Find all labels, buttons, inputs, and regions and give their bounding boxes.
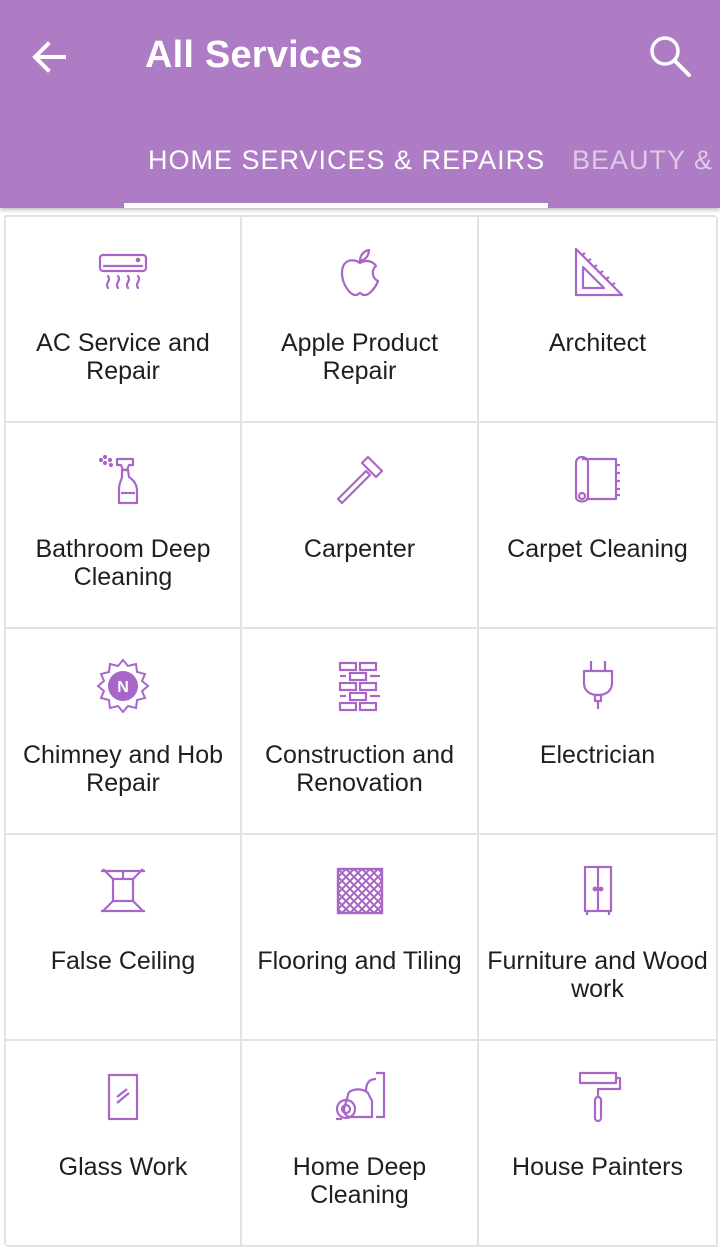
chimney-badge-icon: N xyxy=(96,658,150,713)
page-title: All Services xyxy=(145,34,363,76)
category-tabs: HOME SERVICES & REPAIRS BEAUTY & F xyxy=(0,125,720,208)
service-tile-false-ceiling[interactable]: False Ceiling xyxy=(6,835,242,1041)
plug-icon xyxy=(582,661,613,709)
tab-beauty[interactable]: BEAUTY & F xyxy=(572,145,720,176)
service-label: Construction and Renovation xyxy=(264,741,454,797)
service-label: House Painters xyxy=(512,1153,683,1181)
search-button[interactable] xyxy=(642,28,698,84)
back-button[interactable] xyxy=(22,30,76,84)
hammer-icon xyxy=(336,455,383,505)
service-label: Carpenter xyxy=(303,535,416,563)
service-tile-carpet-cleaning[interactable]: Carpet Cleaning xyxy=(479,423,718,629)
tab-indicator xyxy=(124,203,548,208)
service-label: Bathroom Deep Cleaning xyxy=(35,535,211,591)
tiles-icon xyxy=(336,867,383,915)
tab-home-services[interactable]: HOME SERVICES & REPAIRS xyxy=(148,145,545,176)
wardrobe-icon xyxy=(583,865,612,915)
service-tile-furniture[interactable]: Furniture and Wood work xyxy=(479,835,718,1041)
service-label: Glass Work xyxy=(58,1153,188,1181)
service-tile-carpenter[interactable]: Carpenter xyxy=(242,423,479,629)
glass-pane-icon xyxy=(107,1073,139,1121)
service-label: Flooring and Tiling xyxy=(257,947,462,975)
service-tile-architect[interactable]: Architect xyxy=(479,217,718,423)
apple-icon xyxy=(340,248,379,297)
service-tile-chimney-repair[interactable]: N Chimney and Hob Repair xyxy=(6,629,242,835)
air-conditioner-icon xyxy=(98,253,148,290)
service-label: Home Deep Cleaning xyxy=(292,1153,427,1209)
set-square-icon xyxy=(574,247,623,297)
spray-bottle-icon xyxy=(98,454,139,505)
brick-wall-icon xyxy=(338,661,380,712)
service-tile-bathroom-cleaning[interactable]: Bathroom Deep Cleaning xyxy=(6,423,242,629)
service-label: Carpet Cleaning xyxy=(507,535,688,563)
vacuum-cleaner-icon xyxy=(335,1071,385,1121)
service-label: AC Service and Repair xyxy=(36,329,210,385)
service-tile-flooring[interactable]: Flooring and Tiling xyxy=(242,835,479,1041)
paint-roller-icon xyxy=(578,1071,621,1123)
arrow-left-icon xyxy=(32,41,66,73)
app-bar: All Services HOME SERVICES & REPAIRS BEA… xyxy=(0,0,720,208)
service-label: False Ceiling xyxy=(50,947,196,975)
service-label: Apple Product Repair xyxy=(280,329,439,385)
search-icon xyxy=(650,36,691,77)
service-label: Electrician xyxy=(539,741,656,769)
services-grid: AC Service and Repair Apple Product Repa… xyxy=(4,215,718,1247)
service-tile-ac-service[interactable]: AC Service and Repair xyxy=(6,217,242,423)
ceiling-lamp-icon xyxy=(101,868,145,913)
service-tile-glass-work[interactable]: Glass Work xyxy=(6,1041,242,1247)
service-tile-house-painters[interactable]: House Painters xyxy=(479,1041,718,1247)
carpet-roll-icon xyxy=(574,455,620,503)
service-label: Chimney and Hob Repair xyxy=(22,741,224,797)
service-label: Furniture and Wood work xyxy=(487,947,708,1003)
service-label: Architect xyxy=(548,329,647,357)
service-tile-home-cleaning[interactable]: Home Deep Cleaning xyxy=(242,1041,479,1247)
service-tile-construction[interactable]: Construction and Renovation xyxy=(242,629,479,835)
service-tile-apple-repair[interactable]: Apple Product Repair xyxy=(242,217,479,423)
svg-text:N: N xyxy=(117,679,129,696)
service-tile-electrician[interactable]: Electrician xyxy=(479,629,718,835)
